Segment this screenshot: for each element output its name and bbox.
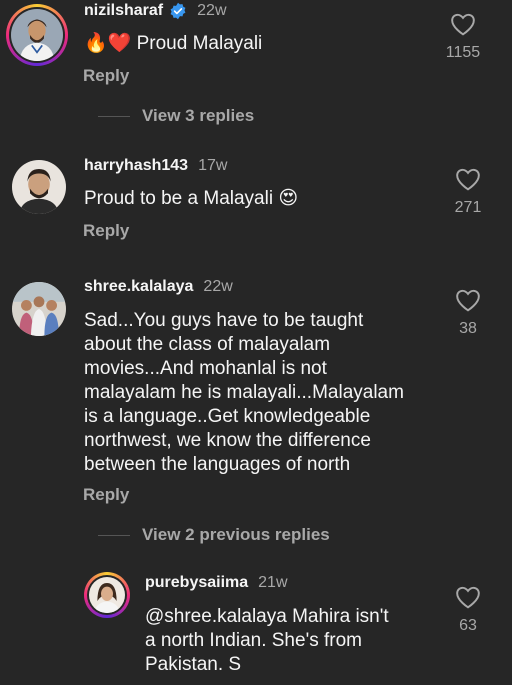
reply-button[interactable]: Reply bbox=[83, 485, 129, 505]
avatar[interactable] bbox=[12, 160, 66, 214]
like-count: 38 bbox=[459, 320, 477, 337]
username[interactable]: nizilsharaf bbox=[84, 2, 163, 20]
emoji: 🔥❤️ bbox=[84, 33, 132, 54]
timestamp: 21w bbox=[258, 574, 288, 591]
avatar bbox=[89, 577, 125, 613]
text-line: Sad...You guys have to be taught bbox=[84, 310, 364, 331]
timestamp: 22w bbox=[203, 278, 233, 295]
divider bbox=[98, 534, 130, 536]
comment-text: Sad...You guys have to be taught about t… bbox=[84, 309, 404, 477]
view-previous-replies-button[interactable]: View 2 previous replies bbox=[98, 525, 330, 545]
text-line: a north Indian. She's from bbox=[145, 630, 362, 651]
like-count: 63 bbox=[459, 617, 477, 634]
text-line: about the class of malayalam bbox=[84, 334, 331, 355]
avatar bbox=[11, 9, 63, 61]
view-replies-button[interactable]: View 3 replies bbox=[98, 106, 254, 126]
username[interactable]: shree.kalalaya bbox=[84, 278, 193, 296]
divider bbox=[98, 115, 130, 117]
timestamp: 17w bbox=[198, 157, 228, 174]
text-line: northwest, we know the difference bbox=[84, 430, 371, 451]
heart-outline-icon bbox=[456, 289, 480, 312]
like-count: 271 bbox=[454, 199, 482, 216]
verified-badge-icon bbox=[170, 2, 186, 20]
comment-text: Proud to be a Malayali 😍 bbox=[84, 188, 299, 209]
like-count: 1155 bbox=[445, 44, 481, 61]
text-line: Pakistan. S bbox=[145, 654, 242, 675]
heart-outline-icon bbox=[456, 586, 480, 609]
username[interactable]: harryhash143 bbox=[84, 157, 188, 175]
text-line: is a language..Get knowledgeable bbox=[84, 406, 371, 427]
text-line: movies...And mohanlal is not bbox=[84, 358, 327, 379]
heart-outline-icon bbox=[456, 168, 480, 191]
like-button[interactable]: 1155 bbox=[433, 12, 493, 62]
reply-button[interactable]: Reply bbox=[83, 66, 129, 86]
username[interactable]: purebysaiima bbox=[145, 574, 248, 592]
story-ring[interactable] bbox=[6, 4, 68, 66]
comment-text: @shree.kalalaya Mahira isn't a north Ind… bbox=[145, 605, 389, 677]
like-button[interactable]: 38 bbox=[438, 288, 498, 338]
reply-button[interactable]: Reply bbox=[83, 221, 129, 241]
like-button[interactable]: 271 bbox=[438, 167, 498, 217]
heart-outline-icon bbox=[451, 13, 475, 36]
text-line: malayalam he is malayali...Malayalam bbox=[84, 382, 404, 403]
like-button[interactable]: 63 bbox=[438, 585, 498, 635]
text-line: @shree.kalalaya Mahira isn't bbox=[145, 606, 389, 627]
story-ring[interactable] bbox=[84, 572, 130, 618]
timestamp: 22w bbox=[197, 2, 227, 19]
comment-text: 🔥❤️ Proud Malayali bbox=[84, 33, 263, 54]
avatar[interactable] bbox=[12, 282, 66, 336]
text-line: between the languages of north bbox=[84, 454, 351, 475]
